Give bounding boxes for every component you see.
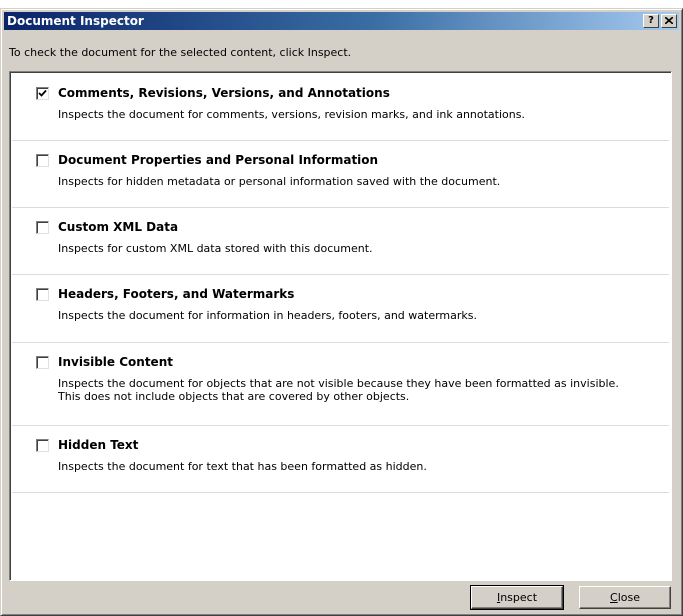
inspection-options-list: Comments, Revisions, Versions, and Annot… [9, 71, 672, 581]
instruction-text: To check the document for the selected c… [9, 46, 352, 59]
help-icon: ? [648, 15, 654, 26]
item-description: Inspects the document for objects that a… [58, 377, 619, 403]
title-bar: Document Inspector ? [4, 12, 679, 30]
item-name: Headers, Footers, and Watermarks [58, 287, 295, 301]
help-button[interactable]: ? [643, 14, 659, 28]
list-item-custom-xml: Custom XML Data Inspects for custom XML … [12, 208, 669, 275]
close-icon [665, 17, 673, 24]
list-item-hidden-text: Hidden Text Inspects the document for te… [12, 426, 669, 493]
inspect-label: nspect [500, 591, 538, 604]
item-name: Comments, Revisions, Versions, and Annot… [58, 86, 390, 100]
item-name: Document Properties and Personal Informa… [58, 153, 379, 167]
checkbox-custom-xml[interactable] [36, 221, 49, 234]
checkmark-icon [38, 89, 47, 97]
checkbox-invisible-content[interactable] [36, 356, 49, 369]
close-access-key: C [610, 591, 618, 604]
item-name: Invisible Content [58, 355, 173, 369]
list-item-document-properties: Document Properties and Personal Informa… [12, 141, 669, 208]
document-inspector-dialog: Document Inspector ? To check the docume… [0, 8, 683, 616]
item-description: Inspects for hidden metadata or personal… [58, 175, 501, 188]
item-description: Inspects for custom XML data stored with… [58, 242, 373, 255]
close-window-button[interactable] [661, 14, 677, 28]
item-name: Hidden Text [58, 438, 139, 452]
item-name: Custom XML Data [58, 220, 179, 234]
close-button[interactable]: Close [579, 586, 671, 609]
checkbox-comments[interactable] [36, 87, 49, 100]
dialog-title: Document Inspector [7, 14, 144, 28]
item-description: Inspects the document for information in… [58, 309, 478, 322]
checkbox-hidden-text[interactable] [36, 439, 49, 452]
checkbox-document-properties[interactable] [36, 154, 49, 167]
list-item-invisible-content: Invisible Content Inspects the document … [12, 343, 669, 426]
checkbox-headers-footers[interactable] [36, 288, 49, 301]
title-buttons: ? [643, 14, 677, 28]
item-description: Inspects the document for text that has … [58, 460, 427, 473]
inspect-button[interactable]: Inspect [470, 585, 564, 610]
close-label: lose [617, 591, 640, 604]
list-item-comments: Comments, Revisions, Versions, and Annot… [12, 74, 669, 141]
list-item-headers-footers: Headers, Footers, and Watermarks Inspect… [12, 275, 669, 343]
item-description: Inspects the document for comments, vers… [58, 108, 525, 121]
